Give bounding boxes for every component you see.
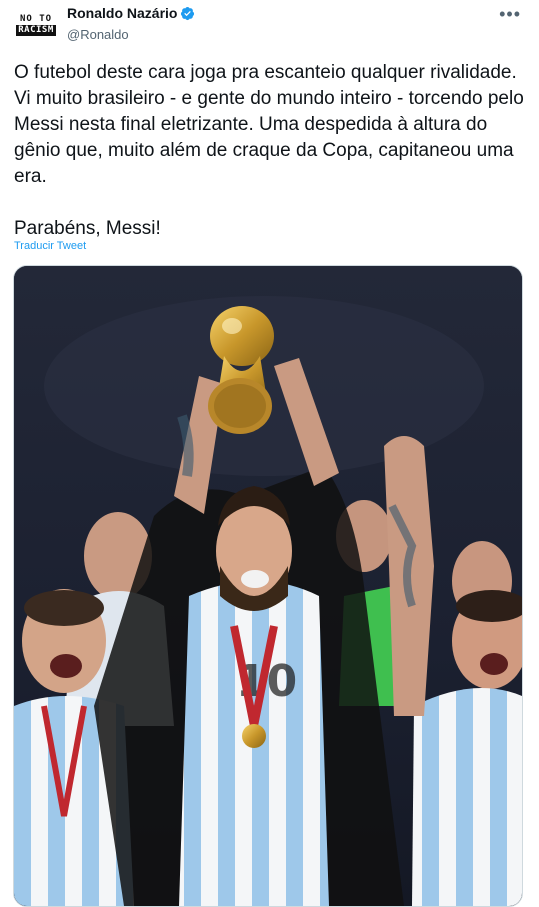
author-handle[interactable]: @Ronaldo xyxy=(67,27,195,42)
author-name-row[interactable]: Ronaldo Nazário xyxy=(67,5,195,21)
more-horizontal-icon[interactable]: ••• xyxy=(499,4,521,25)
translate-tweet-link[interactable]: Traducir Tweet xyxy=(14,240,86,252)
author-display-name[interactable]: Ronaldo Nazário xyxy=(67,5,177,21)
photo-illustration: 10 xyxy=(14,266,522,906)
avatar-text-top: NO TO xyxy=(19,14,53,24)
author-info[interactable]: Ronaldo Nazário @Ronaldo xyxy=(67,5,195,42)
tweet-text: O futebol deste cara joga pra escanteio … xyxy=(14,62,524,239)
avatar-text-bottom: RACISM xyxy=(16,25,56,36)
tweet-header: NO TO RACISM Ronaldo Nazário @Ronaldo ••… xyxy=(0,0,539,56)
tweet-photo[interactable]: 10 xyxy=(13,265,523,907)
avatar[interactable]: NO TO RACISM xyxy=(14,10,58,40)
verified-badge-icon xyxy=(181,6,195,20)
